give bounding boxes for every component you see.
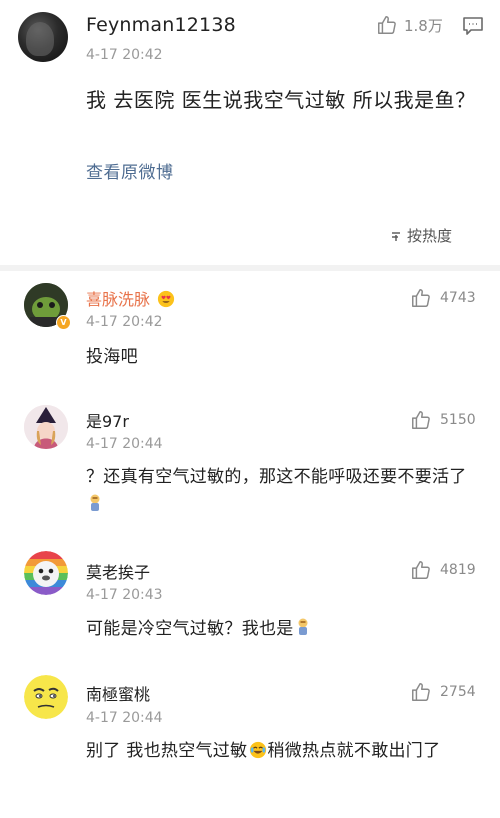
facepalm-emoji-icon [298,618,308,635]
comment-like-button[interactable]: 4743 [410,287,476,309]
comment-text: ？还真有空气过敏的，那这不能呼吸还要不要活了 [86,463,481,519]
comment-item: 莫老挨子 4-17 20:43 4819 可能是冷空气过敏？我也是 [0,531,500,653]
heart-eyes-emoji-icon [158,290,175,308]
commenter-avatar[interactable] [24,551,68,595]
post-author-name[interactable]: Feynman12138 [86,14,236,36]
commenter-name[interactable]: 喜脉洗脉 [86,286,175,310]
sort-icon [392,231,400,241]
comment-item: V 喜脉洗脉 4-17 20:42 4743 投海吧 [0,271,500,393]
comment-like-button[interactable]: 5150 [410,409,476,431]
comment-like-count: 4743 [440,290,476,306]
commenter-avatar[interactable] [24,405,68,449]
comment-item: 南極蜜桃 4-17 20:44 2754 别了 我也热空气过敏 稍微热点就不敢出… [0,653,500,818]
commenter-name[interactable]: 莫老挨子 [86,559,150,583]
post-body-text: 我 去医院 医生说我空气过敏 所以我是鱼？ [86,88,476,112]
comment-button[interactable] [462,16,484,36]
comment-icon [463,17,483,35]
comment-timestamp: 4-17 20:44 [86,710,163,726]
post-like-button[interactable]: 1.8万 [376,14,443,36]
commenter-name[interactable]: 是97r [86,408,129,432]
view-original-weibo-link[interactable]: 查看原微博 [86,158,174,183]
thumbs-up-icon [378,16,396,34]
facepalm-emoji-icon [90,494,100,511]
comment-like-button[interactable]: 2754 [410,681,476,703]
comment-item: 是97r 4-17 20:44 5150 ？还真有空气过敏的，那这不能呼吸还要不… [0,393,500,531]
sort-label: 按热度 [407,227,453,245]
comment-timestamp: 4-17 20:43 [86,587,163,603]
laugh-cry-emoji-icon [250,741,267,759]
post-author-avatar[interactable] [18,12,68,62]
thumbs-up-icon [412,289,430,307]
thumbs-up-icon [412,561,430,579]
comment-like-count: 2754 [440,684,476,700]
comment-like-count: 4819 [440,562,476,578]
comment-text: 投海吧 [86,347,138,367]
sort-by-popularity-button[interactable]: 按热度 [390,225,452,246]
commenter-avatar[interactable] [24,675,68,719]
comment-timestamp: 4-17 20:44 [86,436,163,452]
thumbs-up-icon [412,683,430,701]
comment-like-button[interactable]: 4819 [410,559,476,581]
post-like-count: 1.8万 [404,16,443,35]
original-post: Feynman12138 4-17 20:42 1.8万 我 去医院 医生说我空… [0,0,500,265]
post-timestamp: 4-17 20:42 [86,47,163,63]
verified-badge-icon: V [56,315,71,330]
thumbs-up-icon [412,411,430,429]
comment-like-count: 5150 [440,412,476,428]
comment-timestamp: 4-17 20:42 [86,314,163,330]
comment-text: 可能是冷空气过敏？我也是 [86,615,481,643]
comment-text: 别了 我也热空气过敏 稍微热点就不敢出门了 [86,741,441,761]
commenter-name[interactable]: 南極蜜桃 [86,681,150,705]
